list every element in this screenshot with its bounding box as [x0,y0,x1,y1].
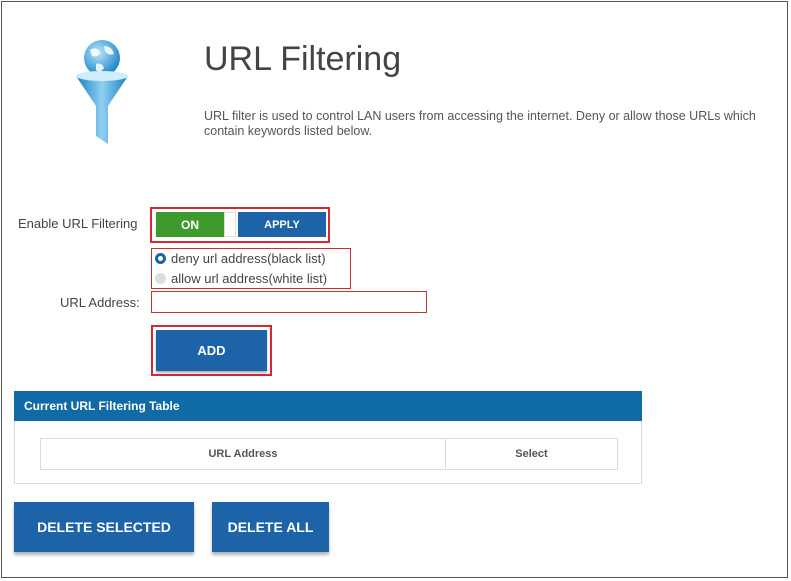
table-header-row: URL Address Select [40,438,618,470]
enable-url-filtering-label: Enable URL Filtering [18,216,138,231]
column-url-address: URL Address [40,438,446,470]
delete-all-button[interactable]: DELETE ALL [212,502,329,552]
apply-button[interactable]: APPLY [238,212,326,237]
radio-deny-label: deny url address(black list) [171,251,326,266]
radio-checked-icon[interactable] [155,253,166,264]
radio-allow[interactable]: allow url address(white list) [155,271,327,286]
table-title: Current URL Filtering Table [14,391,642,421]
page-description: URL filter is used to control LAN users … [204,109,756,138]
radio-unchecked-icon[interactable] [155,273,166,284]
radio-allow-label: allow url address(white list) [171,271,328,286]
add-button[interactable]: ADD [156,330,267,371]
globe-funnel-icon [76,40,128,144]
url-filtering-toggle[interactable]: ON [156,212,224,237]
delete-selected-button[interactable]: DELETE SELECTED [14,502,194,552]
toggle-knob[interactable] [224,212,236,237]
radio-deny[interactable]: deny url address(black list) [155,251,326,266]
url-address-input[interactable] [151,291,427,313]
page-title: URL Filtering [204,40,402,78]
url-address-label: URL Address: [60,295,140,310]
column-select: Select [446,438,618,470]
